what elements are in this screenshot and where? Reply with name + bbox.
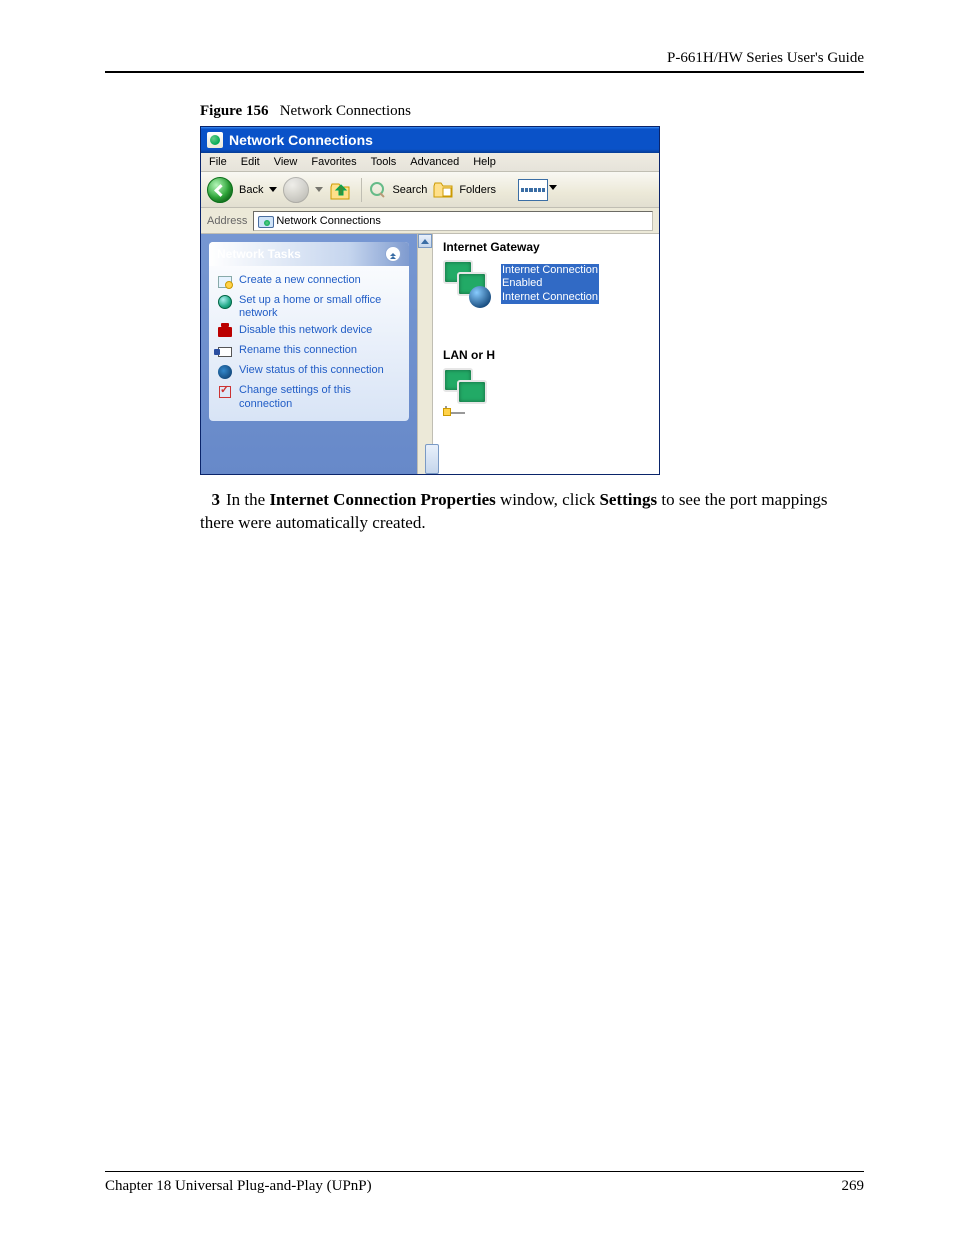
network-tasks-pane: Network Tasks Create a new connection Se… [209,242,409,421]
world-icon [217,294,233,310]
task-view-status[interactable]: View status of this connection [217,362,401,382]
toolbar: Back Search [201,172,659,208]
rename-icon [217,344,233,360]
back-dropdown-icon[interactable] [269,187,277,192]
content-area: Network Tasks Create a new connection Se… [201,234,659,474]
menu-bar: File Edit View Favorites Tools Advanced … [201,153,659,172]
search-button-label[interactable]: Search [392,184,427,196]
figure-title: Network Connections [280,103,411,119]
scrollbar[interactable] [417,234,433,474]
section-internet-gateway: Internet Gateway [443,240,653,254]
address-text: Network Connections [276,215,381,227]
titlebar[interactable]: Network Connections [201,127,659,153]
footer-chapter: Chapter 18 Universal Plug-and-Play (UPnP… [105,1178,372,1195]
task-setup-network[interactable]: Set up a home or small office network [217,292,401,322]
internet-connection-item[interactable]: Internet Connection Enabled Internet Con… [443,260,653,308]
step-bold-2: Settings [599,490,657,509]
scroll-up-button[interactable] [418,234,432,248]
forward-dropdown-icon [315,187,323,192]
task-change-settings[interactable]: Change settings of this connection [217,382,401,412]
header-rule [105,71,864,73]
folders-icon[interactable] [433,182,453,198]
menu-tools[interactable]: Tools [371,156,397,168]
task-label: Set up a home or small office network [239,294,401,320]
step-number: 3 [200,489,220,512]
views-dropdown-icon[interactable] [549,185,557,190]
task-label: Rename this connection [239,344,357,357]
network-folder-icon [207,132,223,148]
figure-label: Figure 156 [200,103,268,119]
network-tasks-body: Create a new connection Set up a home or… [209,266,409,421]
header-doc-title: P-661H/HW Series User's Guide [105,50,864,71]
task-label: Change settings of this connection [239,384,401,410]
settings-icon [217,384,233,400]
address-bar: Address Network Connections [201,208,659,234]
address-label: Address [207,215,247,227]
conn-name: Internet Connection [501,264,599,277]
address-input[interactable]: Network Connections [253,211,653,231]
step-text: window, click [496,490,600,509]
folder-up-button[interactable] [329,179,353,201]
connections-list: Internet Gateway Internet Connection Ena… [433,234,659,474]
window-title: Network Connections [229,132,373,148]
footer-page-number: 269 [842,1178,865,1195]
lan-connection-item[interactable] [443,368,653,416]
network-tasks-header[interactable]: Network Tasks [209,242,409,266]
back-button-icon[interactable] [207,177,233,203]
toolbar-separator [361,178,362,202]
disable-device-icon [217,324,233,340]
footer-rule [105,1171,864,1172]
menu-file[interactable]: File [209,156,227,168]
task-sidebar: Network Tasks Create a new connection Se… [201,234,417,474]
task-label: Create a new connection [239,274,361,287]
step-text: In the [226,490,269,509]
menu-edit[interactable]: Edit [241,156,260,168]
figure-caption: Figure 156 Network Connections [200,103,864,120]
task-disable-device[interactable]: Disable this network device [217,322,401,342]
task-label: View status of this connection [239,364,384,377]
collapse-chevron-icon[interactable] [385,246,401,262]
section-lan: LAN or H [443,348,653,362]
conn-status: Enabled [501,277,599,290]
network-connections-icon [258,214,272,228]
lan-connection-icon [443,368,491,416]
internet-connection-icon [443,260,491,308]
back-button-label[interactable]: Back [239,184,263,196]
step-bold-1: Internet Connection Properties [269,490,495,509]
internet-connection-text: Internet Connection Enabled Internet Con… [501,264,599,304]
status-icon [217,364,233,380]
folders-button-label[interactable]: Folders [459,184,496,196]
task-rename-connection[interactable]: Rename this connection [217,342,401,362]
task-label: Disable this network device [239,324,372,337]
menu-help[interactable]: Help [473,156,496,168]
menu-favorites[interactable]: Favorites [311,156,356,168]
footer: Chapter 18 Universal Plug-and-Play (UPnP… [105,1178,864,1195]
conn-via: Internet Connection [501,291,599,304]
step-3-paragraph: 3 In the Internet Connection Properties w… [105,489,864,535]
search-icon[interactable] [370,182,386,198]
network-connections-window: Network Connections File Edit View Favor… [200,126,660,475]
menu-advanced[interactable]: Advanced [410,156,459,168]
views-button[interactable] [518,179,548,201]
menu-view[interactable]: View [274,156,298,168]
new-connection-icon [217,274,233,290]
task-create-connection[interactable]: Create a new connection [217,272,401,292]
network-tasks-title: Network Tasks [217,247,301,261]
forward-button-icon [283,177,309,203]
